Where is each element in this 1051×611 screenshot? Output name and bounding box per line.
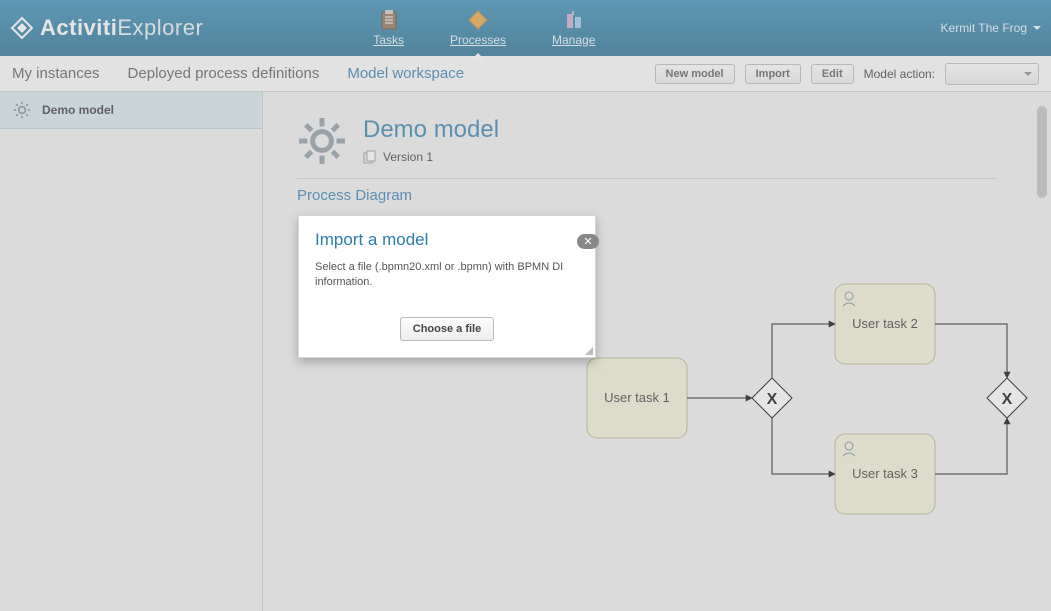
- resize-handle[interactable]: [583, 345, 593, 355]
- choose-file-button[interactable]: Choose a file: [400, 317, 494, 341]
- modal-close-button[interactable]: ✕: [577, 234, 599, 249]
- modal-title: Import a model: [299, 216, 595, 260]
- modal-actions: Choose a file: [299, 307, 595, 357]
- import-modal: ✕ Import a model Select a file (.bpmn20.…: [298, 215, 596, 358]
- close-icon: ✕: [583, 235, 592, 248]
- modal-body: Select a file (.bpmn20.xml or .bpmn) wit…: [299, 260, 595, 307]
- modal-overlay: ✕ Import a model Select a file (.bpmn20.…: [0, 0, 1051, 611]
